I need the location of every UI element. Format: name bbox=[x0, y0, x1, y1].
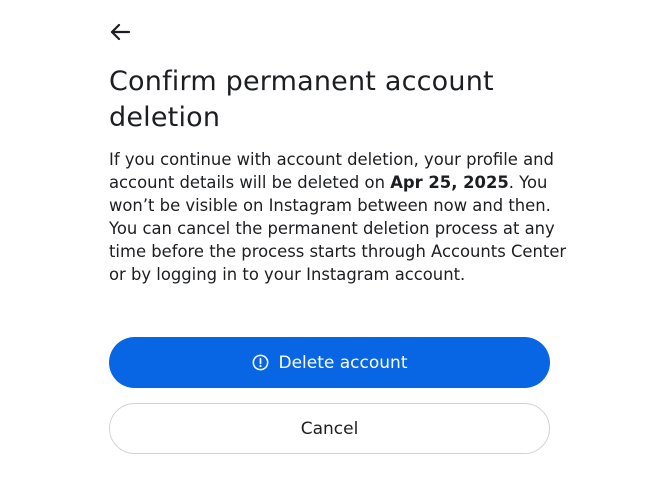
alert-circle-icon bbox=[252, 354, 269, 371]
back-button[interactable] bbox=[104, 18, 136, 46]
arrow-left-icon bbox=[109, 23, 131, 41]
deletion-date: Apr 25, 2025 bbox=[390, 173, 509, 192]
delete-account-label: Delete account bbox=[278, 352, 408, 373]
page-title: Confirm permanent account deletion bbox=[109, 66, 494, 133]
deletion-description: If you continue with account deletion, y… bbox=[109, 148, 569, 286]
delete-account-button[interactable]: Delete account bbox=[109, 337, 550, 388]
cancel-button[interactable]: Cancel bbox=[109, 403, 550, 454]
cancel-label: Cancel bbox=[300, 418, 359, 439]
